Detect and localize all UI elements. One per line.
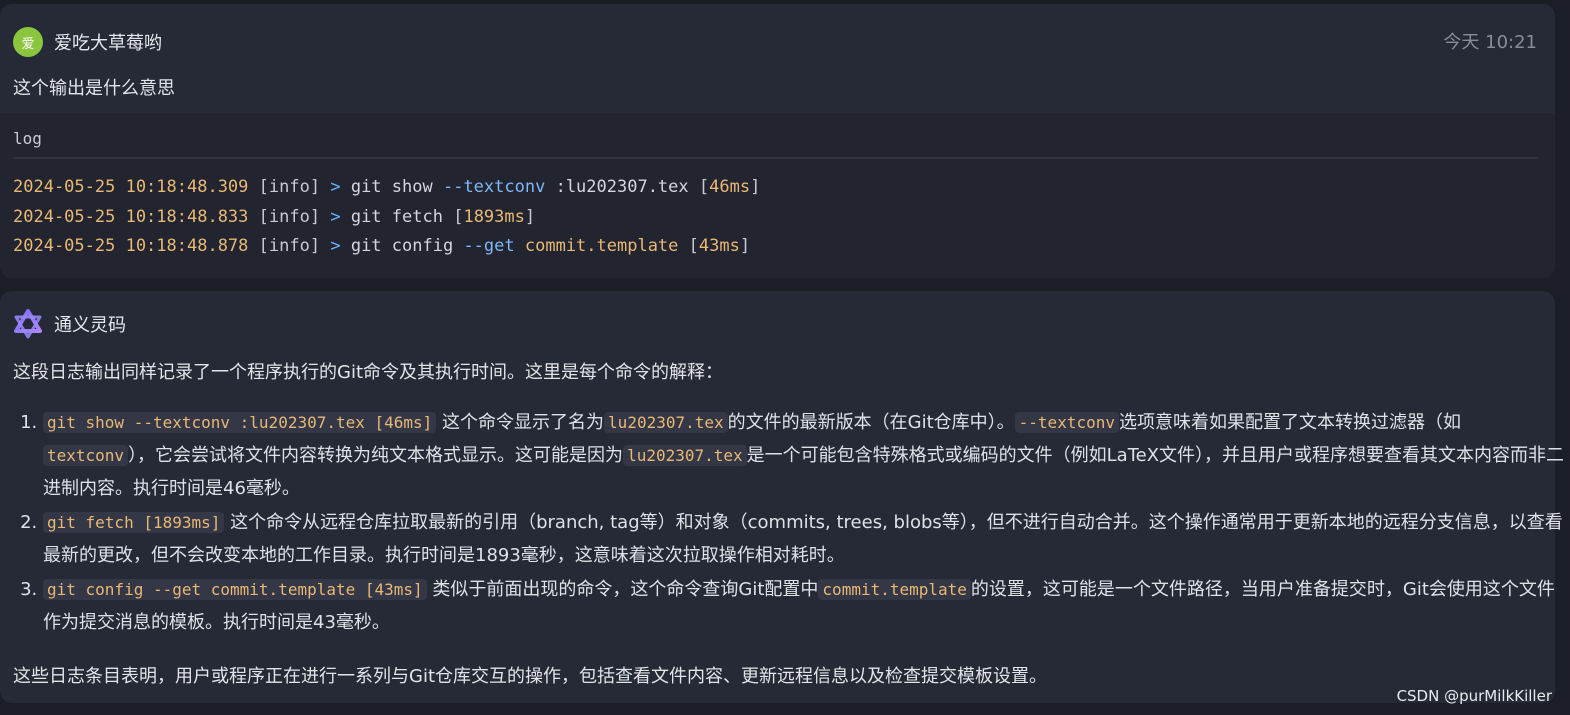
log-command: git fetch bbox=[350, 206, 443, 227]
log-arrow: > bbox=[330, 236, 341, 256]
inline-code: git show --textconv :lu202307.tex [46ms] bbox=[43, 412, 437, 433]
log-arrow: > bbox=[330, 206, 341, 227]
inline-code: git config --get commit.template [43ms] bbox=[43, 579, 427, 600]
log-line: 2024-05-25 10:18:48.878 [info] > git con… bbox=[13, 236, 751, 256]
log-line: 2024-05-25 10:18:48.309 [info] > git sho… bbox=[13, 177, 761, 197]
explanation-text: ），它会尝试将文件内容转换为纯文本格式显示。这可能是因为 bbox=[128, 445, 624, 466]
log-duration: 1893ms bbox=[463, 206, 525, 227]
log-timestamp: 2024-05-25 10:18:48.833 bbox=[13, 206, 249, 227]
log-command: git show bbox=[350, 177, 433, 197]
user-message-card: 爱 爱吃大草莓哟 今天 10:21 这个输出是什么意思 log 2024-05-… bbox=[0, 4, 1555, 278]
ai-name: 通义灵码 bbox=[54, 315, 126, 336]
explanation-text: 选项意味着如果配置了文本转换过滤器（如 bbox=[1118, 412, 1461, 433]
explanation-item: git fetch [1893ms] 这个命令从远程仓库拉取最新的引用（bran… bbox=[43, 506, 1565, 572]
log-duration: 43ms bbox=[698, 236, 740, 256]
log-timestamp: 2024-05-25 10:18:48.878 bbox=[13, 236, 249, 256]
user-name: 爱吃大草莓哟 bbox=[54, 33, 162, 54]
ai-summary-text: 这些日志条目表明，用户或程序正在进行一系列与Git仓库交互的操作，包括查看文件内… bbox=[13, 666, 1048, 687]
inline-code: textconv bbox=[43, 445, 129, 466]
explanation-text: 这个命令从远程仓库拉取最新的引用（branch, tag等）和对象（commit… bbox=[43, 512, 1563, 566]
log-lines: 2024-05-25 10:18:48.309 [info] > git sho… bbox=[13, 173, 760, 262]
inline-code: lu202307.tex bbox=[604, 412, 728, 433]
inline-code: git fetch [1893ms] bbox=[43, 512, 225, 533]
log-argument: commit.template bbox=[524, 236, 679, 256]
log-flag: --textconv bbox=[442, 177, 546, 197]
code-divider bbox=[13, 157, 1538, 159]
ai-intro-text: 这段日志输出同样记录了一个程序执行的Git命令及其执行时间。这里是每个命令的解释… bbox=[13, 362, 724, 383]
message-time: 今天 10:21 bbox=[1443, 32, 1537, 53]
log-argument: :lu202307.tex bbox=[555, 177, 689, 197]
ai-message-card: 通义灵码 这段日志输出同样记录了一个程序执行的Git命令及其执行时间。这里是每个… bbox=[0, 291, 1564, 703]
tongyi-logo-icon bbox=[14, 309, 42, 339]
inline-code: --textconv bbox=[1014, 412, 1119, 433]
user-avatar: 爱 bbox=[13, 27, 43, 57]
log-arrow: > bbox=[330, 177, 341, 197]
inline-code: commit.template bbox=[818, 579, 971, 600]
log-line: 2024-05-25 10:18:48.833 [info] > git fet… bbox=[13, 206, 536, 227]
log-code-block: log 2024-05-25 10:18:48.309 [info] > git… bbox=[0, 113, 1555, 278]
explanation-text: 的文件的最新版本（在Git仓库中）。 bbox=[727, 412, 1015, 433]
log-duration: 46ms bbox=[709, 177, 751, 197]
log-flag: --get bbox=[463, 236, 515, 256]
log-level: [info] bbox=[258, 206, 321, 227]
log-command: git config bbox=[350, 236, 454, 256]
log-level: [info] bbox=[258, 236, 321, 256]
explanation-item: git show --textconv :lu202307.tex [46ms]… bbox=[43, 406, 1565, 505]
user-message-header: 爱 爱吃大草莓哟 bbox=[13, 27, 162, 57]
log-timestamp: 2024-05-25 10:18:48.309 bbox=[13, 177, 249, 197]
explanation-text: 这个命令显示了名为 bbox=[436, 412, 605, 433]
explanation-item: git config --get commit.template [43ms] … bbox=[43, 573, 1565, 639]
inline-code: lu202307.tex bbox=[623, 445, 747, 466]
code-language-label: log bbox=[13, 129, 42, 148]
watermark: CSDN @purMilkKiller bbox=[1396, 687, 1552, 705]
explanation-list: git show --textconv :lu202307.tex [46ms]… bbox=[13, 406, 1565, 640]
log-level: [info] bbox=[258, 177, 321, 197]
user-message-text: 这个输出是什么意思 bbox=[13, 78, 175, 99]
ai-message-header: 通义灵码 bbox=[13, 309, 126, 339]
explanation-text: 类似于前面出现的命令，这个命令查询Git配置中 bbox=[426, 579, 819, 600]
